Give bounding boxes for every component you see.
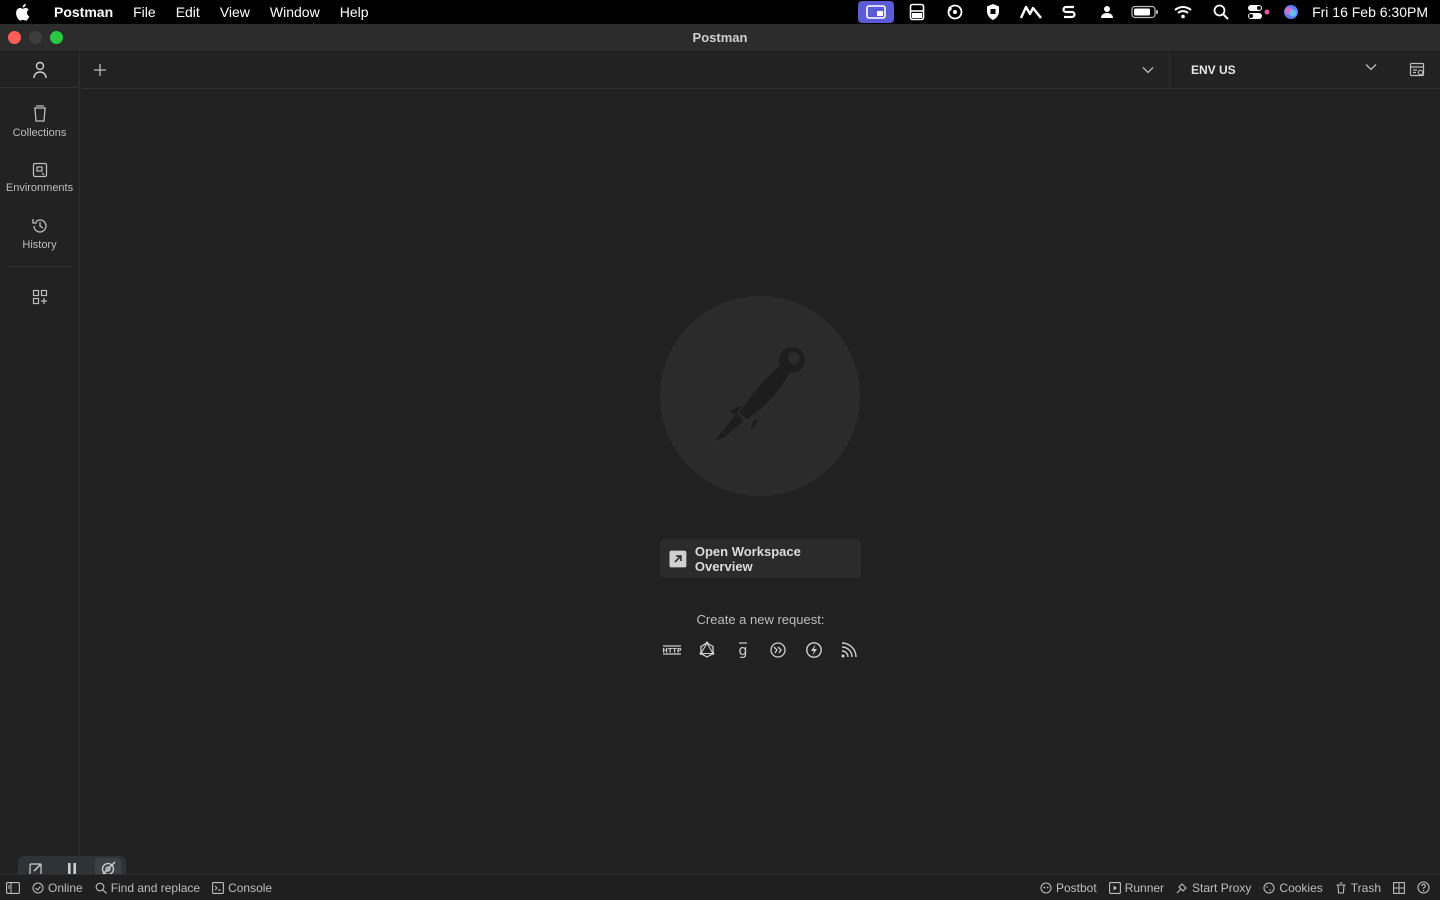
sync-icon[interactable] [936, 0, 974, 24]
siri-icon[interactable] [1278, 0, 1304, 24]
sidebar-item-label: Environments [5, 182, 74, 194]
left-sidebar: Collections Environments History [0, 52, 80, 874]
tab-overflow-button[interactable] [1133, 52, 1163, 88]
sidebar-toggle-icon [6, 881, 20, 894]
cookies-button[interactable]: Cookies [1257, 875, 1328, 900]
two-pane-view-button[interactable] [1387, 875, 1411, 900]
minimize-window-button[interactable] [29, 31, 42, 44]
sidebar-item-environments[interactable]: Environments [0, 150, 79, 206]
environment-quick-look-icon [1409, 62, 1425, 77]
graphql-icon[interactable] [696, 639, 718, 661]
layout-icon [1393, 881, 1405, 894]
postbot-icon [1040, 881, 1052, 894]
cookies-label: Cookies [1279, 880, 1323, 895]
check-circle-icon [32, 881, 44, 894]
find-and-replace-button[interactable]: Find and replace [89, 875, 206, 900]
battery-icon[interactable] [1126, 0, 1164, 24]
menu-file[interactable]: File [123, 0, 166, 24]
request-type-list: HTTP g [660, 639, 861, 661]
plus-icon [94, 64, 106, 76]
sidebar-item-collections[interactable]: Collections [0, 94, 79, 150]
macos-menubar: Postman File Edit View Window Help Fri 1… [0, 0, 1440, 24]
window-controls [8, 31, 63, 44]
online-label: Online [48, 880, 83, 895]
postman-logo [660, 296, 860, 496]
find-and-replace-label: Find and replace [110, 880, 201, 895]
collections-icon [33, 105, 46, 122]
grpc-icon[interactable]: g [732, 639, 754, 661]
console-label: Console [228, 880, 273, 895]
window-titlebar: Postman [0, 24, 1440, 52]
start-proxy-button[interactable]: Start Proxy [1170, 875, 1257, 900]
help-icon [1417, 881, 1430, 894]
wifi-icon[interactable] [1164, 0, 1202, 24]
svg-text:HTTP: HTTP [662, 647, 681, 655]
create-request-label: Create a new request: [696, 612, 825, 627]
environment-name: ENV US [1191, 63, 1236, 77]
menu-app-name[interactable]: Postman [42, 0, 123, 24]
runner-label: Runner [1124, 880, 1165, 895]
proxy-icon [1176, 882, 1187, 893]
runner-button[interactable]: Runner [1103, 875, 1170, 900]
zoom-window-button[interactable] [50, 31, 63, 44]
menubar-clock[interactable]: Fri 16 Feb 6:30PM [1312, 4, 1428, 20]
open-workspace-overview-button[interactable]: Open Workspace Overview [660, 539, 861, 578]
socketio-icon[interactable] [803, 639, 825, 661]
trash-label: Trash [1350, 880, 1381, 895]
menu-help[interactable]: Help [330, 0, 379, 24]
play-icon [1108, 881, 1121, 894]
screen-share-icon[interactable] [858, 1, 895, 23]
menu-edit[interactable]: Edit [166, 0, 210, 24]
sidebar-divider [7, 266, 72, 267]
external-link-icon [669, 550, 687, 567]
sidebar-item-label: Collections [12, 127, 67, 139]
workspace-account-button[interactable] [0, 52, 79, 88]
environment-quick-look-button[interactable] [1403, 52, 1431, 88]
s-app-icon[interactable] [1050, 0, 1088, 24]
close-window-button[interactable] [8, 31, 21, 44]
shield-icon[interactable] [974, 0, 1012, 24]
menu-view[interactable]: View [210, 0, 260, 24]
calendar-panel-icon[interactable] [898, 0, 936, 24]
sidebar-item-history[interactable]: History [0, 206, 79, 262]
control-center-icon[interactable] [1240, 0, 1278, 24]
spotlight-search-icon[interactable] [1202, 0, 1240, 24]
trash-button[interactable]: Trash [1329, 875, 1387, 900]
menu-window[interactable]: Window [260, 0, 330, 24]
websocket-icon[interactable] [767, 639, 789, 661]
status-bar: Online Find and replace Console Postbot … [0, 874, 1440, 900]
help-button[interactable] [1411, 875, 1436, 900]
overview-button-label: Open Workspace Overview [694, 543, 801, 574]
user-icon [32, 61, 47, 78]
history-icon [31, 219, 47, 233]
environments-icon [32, 162, 47, 178]
user-status-icon[interactable] [1088, 0, 1126, 24]
sidebar-item-label: History [22, 239, 57, 251]
request-tab-bar: ENV US [81, 52, 1440, 89]
environment-selector[interactable]: ENV US [1169, 52, 1389, 88]
http-icon[interactable]: HTTP [661, 639, 683, 661]
chevron-down-icon [1142, 67, 1154, 74]
mqtt-icon[interactable] [838, 639, 860, 661]
toggle-sidebar-button[interactable] [0, 875, 26, 900]
start-proxy-label: Start Proxy [1192, 880, 1252, 895]
cookie-icon [1263, 881, 1275, 894]
console-icon [212, 881, 225, 894]
chevron-down-icon [1365, 64, 1377, 71]
postbot-button[interactable]: Postbot [1034, 875, 1103, 900]
new-tab-button[interactable] [81, 52, 119, 88]
postman-rocket-man-icon [715, 347, 805, 441]
svg-text:g: g [738, 643, 747, 659]
window-title: Postman [692, 30, 748, 45]
trash-icon [1336, 881, 1346, 894]
apple-icon[interactable] [14, 3, 42, 21]
mountains-icon[interactable] [1012, 0, 1050, 24]
console-button[interactable]: Console [206, 875, 278, 900]
postbot-label: Postbot [1055, 880, 1097, 895]
add-widgets-icon [32, 289, 47, 305]
configure-sidebar-button[interactable] [0, 277, 79, 317]
online-status[interactable]: Online [26, 875, 89, 900]
search-icon [95, 882, 107, 894]
main-workspace-area: Open Workspace Overview Create a new req… [81, 89, 1440, 874]
